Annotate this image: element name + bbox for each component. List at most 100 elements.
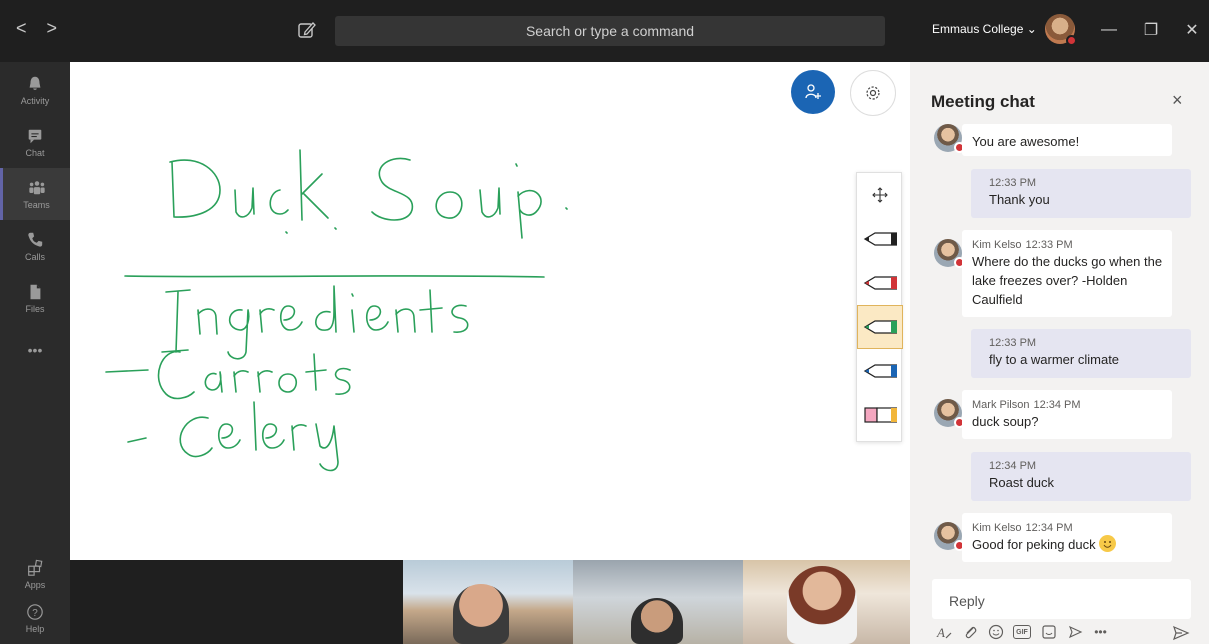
message-time: 12:33 PM: [1025, 239, 1073, 251]
search-input[interactable]: Search or type a command: [335, 16, 885, 46]
participant-video-1[interactable]: [403, 560, 573, 644]
add-person-icon: [805, 84, 821, 99]
message-text: Where do the ducks go when the lake free…: [972, 254, 1163, 307]
rail-item-files[interactable]: Files: [0, 272, 70, 324]
message-author: Kim Kelso: [972, 239, 1022, 251]
close-chat-button[interactable]: ×: [1172, 90, 1183, 111]
message-time: 12:34 PM: [1025, 522, 1073, 534]
red-pen-icon: [863, 276, 897, 290]
black-pen-tool[interactable]: [857, 217, 903, 261]
phone-icon: [28, 232, 43, 247]
forward-button[interactable]: >: [47, 18, 58, 39]
nav-arrows: < >: [16, 18, 57, 39]
participant-face: [631, 598, 683, 644]
compose-toolbar: A GIF •••: [932, 620, 1191, 644]
chat-message-self: 12:34 PM Roast duck: [971, 452, 1191, 501]
smile-emoji-icon: [1099, 535, 1117, 552]
whiteboard-settings-button[interactable]: [850, 70, 896, 116]
emoji-icon[interactable]: [987, 624, 1004, 641]
rail-label-files: Files: [25, 303, 45, 314]
format-icon[interactable]: A: [935, 624, 952, 641]
red-pen-tool[interactable]: [857, 261, 903, 305]
more-apps-button[interactable]: •••: [0, 324, 70, 376]
apps-icon: [28, 559, 43, 576]
profile-avatar[interactable]: [1045, 14, 1077, 46]
message-author: Mark Pilson: [972, 399, 1030, 411]
rail-label-chat: Chat: [25, 147, 45, 158]
rail-label-help: Help: [25, 623, 45, 634]
eraser-icon: [864, 407, 897, 423]
message-text: You are awesome!: [972, 134, 1080, 149]
restore-button[interactable]: ❐: [1139, 18, 1163, 42]
participant-face: [453, 584, 509, 644]
rail-item-activity[interactable]: Activity: [0, 64, 70, 116]
chat-message: Mark Pilson 12:34 PM duck soup?: [962, 390, 1172, 439]
participant-video-2[interactable]: [573, 560, 743, 644]
black-pen-icon: [863, 232, 897, 246]
blue-pen-tool[interactable]: [857, 349, 903, 393]
more-options-icon[interactable]: •••: [1092, 624, 1109, 641]
blue-pen-icon: [863, 364, 897, 378]
chat-message-self: 12:33 PM fly to a warmer climate: [971, 329, 1191, 378]
avatar: [934, 522, 965, 551]
presence-busy-icon: [1066, 35, 1077, 46]
rail-item-help[interactable]: ? Help: [0, 592, 70, 644]
chat-message-self: 12:33 PM Thank you: [971, 169, 1191, 218]
rail-item-chat[interactable]: Chat: [0, 116, 70, 168]
message-author: Kim Kelso: [972, 522, 1022, 534]
eraser-tool[interactable]: [857, 393, 903, 437]
back-button[interactable]: <: [16, 18, 27, 39]
message-text: fly to a warmer climate: [989, 352, 1120, 367]
gif-icon[interactable]: GIF: [1013, 625, 1031, 639]
green-pen-tool[interactable]: [857, 305, 903, 349]
rail-label-apps: Apps: [24, 579, 46, 590]
rail-item-calls[interactable]: Calls: [0, 220, 70, 272]
avatar: [934, 239, 965, 268]
new-chat-icon[interactable]: [297, 20, 317, 40]
send-icon[interactable]: [1172, 624, 1190, 642]
rail-label-activity: Activity: [20, 95, 50, 106]
sticker-icon[interactable]: [1040, 624, 1057, 641]
message-time: 12:34 PM: [989, 460, 1037, 472]
message-meta: Mark Pilson 12:34 PM: [972, 398, 1172, 412]
chat-message: Kim Kelso 12:34 PM Good for peking duck: [962, 513, 1172, 562]
message-text: Thank you: [989, 192, 1050, 207]
gear-icon: [866, 86, 880, 100]
meeting-chat-panel: Meeting chat × You are awesome! 12:33 PM…: [910, 62, 1209, 644]
participant-video-3[interactable]: [743, 560, 910, 644]
bell-icon: [29, 76, 41, 90]
message-meta: Kim Kelso 12:33 PM: [972, 238, 1164, 252]
participant-video-strip: [70, 560, 910, 644]
teams-icon: [28, 180, 45, 194]
rail-item-teams[interactable]: Teams: [0, 168, 70, 220]
message-text: Good for peking duck: [972, 537, 1096, 552]
close-window-button[interactable]: ✕: [1180, 18, 1204, 42]
rail-label-calls: Calls: [24, 251, 45, 262]
minimize-button[interactable]: —: [1097, 18, 1121, 42]
whiteboard-ink: [105, 149, 568, 472]
app-rail: Activity Chat Teams Calls Files ••• Apps…: [0, 62, 70, 644]
chat-message: Kim Kelso 12:33 PM Where do the ducks go …: [962, 230, 1172, 317]
reply-input[interactable]: Reply: [932, 579, 1191, 619]
chat-title: Meeting chat: [931, 92, 1035, 111]
meet-icon[interactable]: [1066, 624, 1083, 641]
message-text: Roast duck: [989, 475, 1055, 490]
move-tool[interactable]: [857, 173, 903, 217]
green-pen-icon: [863, 320, 897, 334]
svg-text:?: ?: [32, 608, 38, 619]
message-time: 12:33 PM: [989, 177, 1037, 189]
rail-label-teams: Teams: [23, 199, 50, 210]
message-meta: Kim Kelso 12:34 PM: [972, 521, 1172, 535]
message-time: 12:33 PM: [989, 337, 1037, 349]
whiteboard-canvas[interactable]: [70, 62, 910, 560]
gif-label: GIF: [1016, 628, 1028, 636]
svg-text:A: A: [936, 625, 945, 640]
avatar: [934, 399, 965, 428]
participant-face: [787, 566, 857, 644]
attach-icon[interactable]: [961, 624, 978, 641]
org-switcher[interactable]: Emmaus College ⌄: [932, 22, 1037, 36]
invite-people-button[interactable]: [791, 70, 835, 114]
file-icon: [30, 284, 41, 299]
chat-icon: [28, 129, 42, 143]
message-time: 12:34 PM: [1033, 399, 1081, 411]
